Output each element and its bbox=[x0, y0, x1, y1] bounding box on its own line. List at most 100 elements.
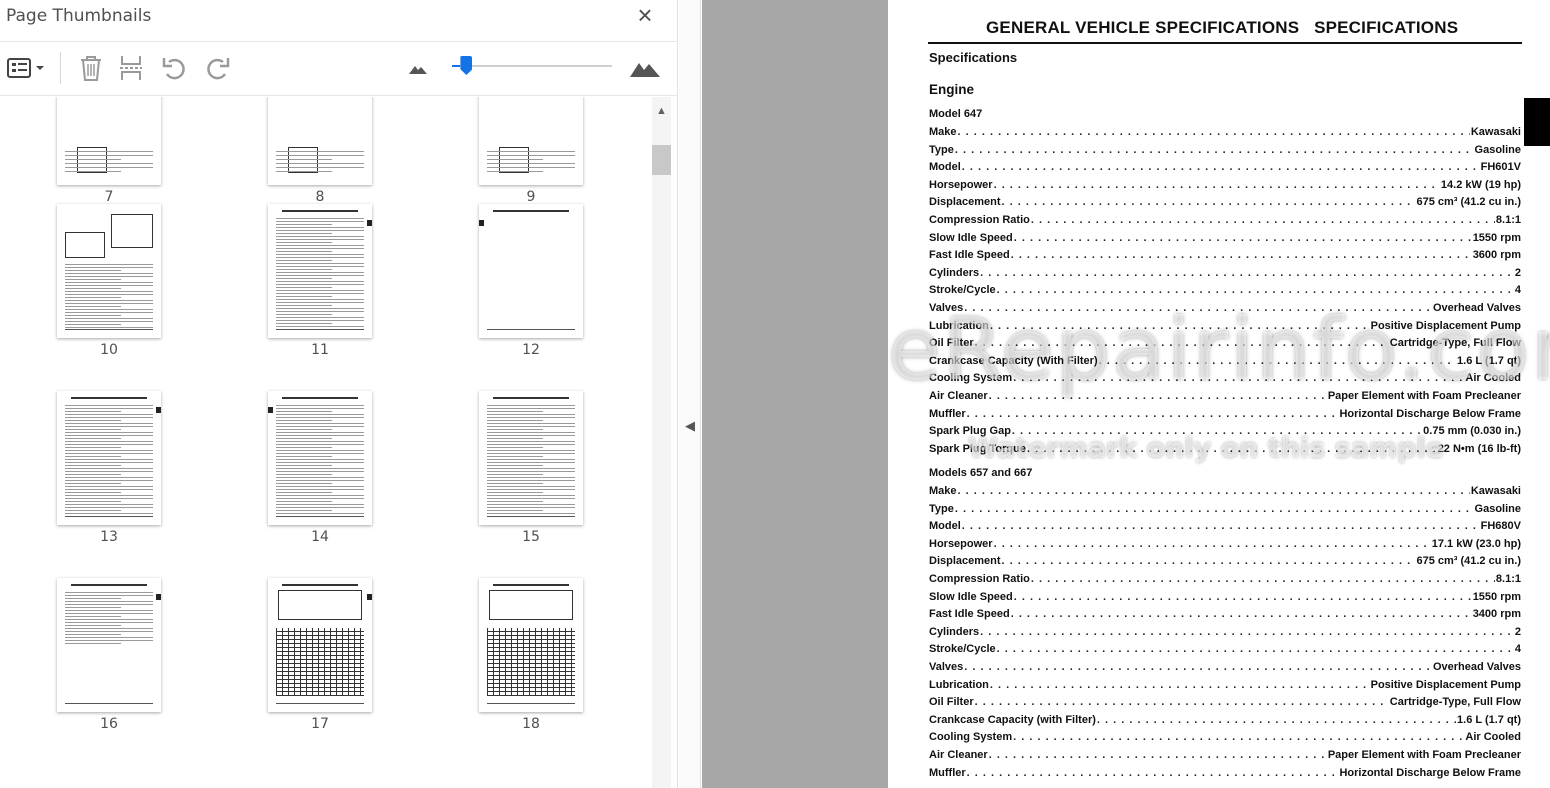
spec-label: Oil Filter bbox=[929, 337, 974, 350]
spec-row: Spark Plug Gap 0.75 mm (0.030 in.) bbox=[929, 425, 1521, 441]
spec-label: Model bbox=[929, 520, 961, 533]
page-thumbnail[interactable] bbox=[57, 391, 161, 525]
spec-label: Spark Plug Torque bbox=[929, 442, 1026, 455]
zoom-in-thumbnails-button[interactable] bbox=[628, 52, 662, 84]
spec-label: Lubrication bbox=[929, 319, 989, 332]
panel-divider[interactable]: ◀ bbox=[679, 0, 701, 788]
page-number-label: 16 bbox=[100, 716, 118, 732]
document-page: GENERAL VEHICLE SPECIFICATIONS SPECIFICA… bbox=[888, 0, 1550, 788]
spec-row: Oil Filter Cartridge-Type, Full Flow bbox=[929, 337, 1521, 353]
pdf-viewer: Page Thumbnails × 7 8 9 10 11 12 13 14 1… bbox=[0, 0, 1550, 788]
spec-row: Air Cleaner Paper Element with Foam Precl… bbox=[929, 749, 1521, 765]
dot-leader bbox=[1013, 731, 1464, 743]
spec-label: Slow Idle Speed bbox=[929, 590, 1013, 603]
dot-leader bbox=[962, 520, 1480, 532]
spec-label: Crankcase Capacity (With Filter) bbox=[929, 354, 1098, 367]
page-thumbnail[interactable] bbox=[268, 204, 372, 338]
page-tab-marker bbox=[1524, 98, 1550, 146]
spec-value: Air Cooled bbox=[1465, 372, 1521, 385]
page-number-label: 12 bbox=[522, 342, 540, 358]
page-thumbnail[interactable] bbox=[479, 391, 583, 525]
scroll-thumb[interactable] bbox=[652, 145, 671, 175]
page-thumbnail[interactable] bbox=[57, 97, 161, 185]
spec-label: Stroke/Cycle bbox=[929, 284, 996, 297]
extract-pages-button[interactable] bbox=[116, 52, 146, 84]
dot-leader bbox=[1012, 425, 1422, 437]
spec-label: Cooling System bbox=[929, 731, 1013, 744]
spec-label: Compression Ratio bbox=[929, 214, 1030, 226]
page-thumbnail[interactable] bbox=[479, 578, 583, 712]
section-subtitle: Specifications bbox=[929, 50, 1018, 65]
spec-row: Make Kawasaki bbox=[929, 485, 1521, 501]
rotate-clockwise-button[interactable] bbox=[202, 52, 232, 84]
spec-value: Kawasaki bbox=[1470, 126, 1521, 138]
spec-row: Make Kawasaki bbox=[929, 126, 1521, 142]
delete-pages-button[interactable] bbox=[76, 52, 106, 84]
spec-label: Model bbox=[929, 161, 961, 174]
page-thumbnail[interactable] bbox=[268, 97, 372, 185]
spec-label: Make bbox=[929, 126, 957, 138]
dot-leader bbox=[1013, 372, 1464, 384]
spec-row: Horsepower 17.1 kW (23.0 hp) bbox=[929, 538, 1521, 554]
dot-leader bbox=[1099, 355, 1456, 367]
spec-label: Oil Filter bbox=[929, 696, 974, 709]
thumbnail-size-slider[interactable] bbox=[452, 65, 612, 67]
thumbnail-scrollbar[interactable]: ▲ bbox=[652, 97, 671, 788]
spec-row: Fast Idle Speed 3600 rpm bbox=[929, 249, 1521, 265]
spec-label: Air Cleaner bbox=[929, 390, 988, 402]
spec-row: Displacement 675 cm³ (41.2 cu in.) bbox=[929, 196, 1521, 212]
page-thumbnail[interactable] bbox=[268, 391, 372, 525]
small-mountain-icon bbox=[409, 66, 427, 74]
slider-handle[interactable] bbox=[460, 56, 473, 75]
thumbnail-options-icon bbox=[7, 58, 44, 78]
dot-leader bbox=[964, 302, 1432, 314]
rotate-counterclockwise-button[interactable] bbox=[160, 52, 190, 84]
spec-row: Muffler Horizontal Discharge Below Frame bbox=[929, 767, 1521, 783]
spec-value: 8.1:1 bbox=[1495, 573, 1521, 585]
slider-fill bbox=[452, 65, 461, 67]
page-number-label: 7 bbox=[104, 189, 114, 205]
spec-row: Fast Idle Speed 3400 rpm bbox=[929, 608, 1521, 624]
spec-value: Positive Displacement Pump bbox=[1370, 678, 1521, 691]
thumbnail-options-button[interactable] bbox=[4, 52, 48, 84]
page-thumbnail[interactable] bbox=[479, 97, 583, 185]
close-icon[interactable]: × bbox=[632, 2, 658, 28]
spec-value: Paper Element with Foam Precleaner bbox=[1327, 749, 1521, 761]
spec-label: Stroke/Cycle bbox=[929, 643, 996, 656]
page-thumbnails-panel: Page Thumbnails × 7 8 9 10 11 12 13 14 1… bbox=[0, 0, 678, 788]
page-number-label: 8 bbox=[315, 189, 325, 205]
collapse-panel-icon[interactable]: ◀ bbox=[685, 418, 695, 434]
dot-leader bbox=[955, 503, 1474, 515]
dot-leader bbox=[989, 749, 1327, 761]
page-thumbnail[interactable] bbox=[57, 578, 161, 712]
page-thumbnail[interactable] bbox=[57, 204, 161, 338]
spec-value: Gasoline bbox=[1474, 502, 1521, 515]
dot-leader bbox=[980, 267, 1514, 279]
spec-row: Air Cleaner Paper Element with Foam Precl… bbox=[929, 390, 1521, 406]
dot-leader bbox=[955, 144, 1474, 156]
dot-leader bbox=[1027, 443, 1437, 455]
scroll-up-icon[interactable]: ▲ bbox=[652, 105, 671, 119]
spec-row: Crankcase Capacity (with Filter) 1.6 L (1… bbox=[929, 714, 1521, 730]
spec-value: 4 bbox=[1514, 643, 1521, 656]
spec-label: Muffler bbox=[929, 407, 966, 420]
spec-row: Valves Overhead Valves bbox=[929, 302, 1521, 318]
spec-value: Horizontal Discharge Below Frame bbox=[1339, 407, 1521, 420]
zoom-out-thumbnails-button[interactable] bbox=[406, 52, 430, 84]
spec-label: Air Cleaner bbox=[929, 749, 988, 761]
spec-value: Cartridge-Type, Full Flow bbox=[1389, 337, 1521, 350]
page-thumbnail[interactable] bbox=[268, 578, 372, 712]
page-number-label: 15 bbox=[522, 529, 540, 545]
spec-value: FH680V bbox=[1480, 520, 1521, 533]
page-thumbnail[interactable] bbox=[479, 204, 583, 338]
spec-label: Type bbox=[929, 502, 954, 515]
page-number-label: 10 bbox=[100, 342, 118, 358]
spec-label: Cylinders bbox=[929, 625, 980, 638]
dot-leader bbox=[990, 320, 1370, 332]
spec-value: Positive Displacement Pump bbox=[1370, 319, 1521, 332]
spec-label: Displacement bbox=[929, 555, 1001, 568]
spec-value: 17.1 kW (23.0 hp) bbox=[1431, 537, 1521, 550]
title-rule bbox=[928, 42, 1522, 44]
spec-row: Spark Plug Torque 22 N•m (16 lb-ft) bbox=[929, 443, 1521, 459]
spec-row: Stroke/Cycle 4 bbox=[929, 284, 1521, 300]
